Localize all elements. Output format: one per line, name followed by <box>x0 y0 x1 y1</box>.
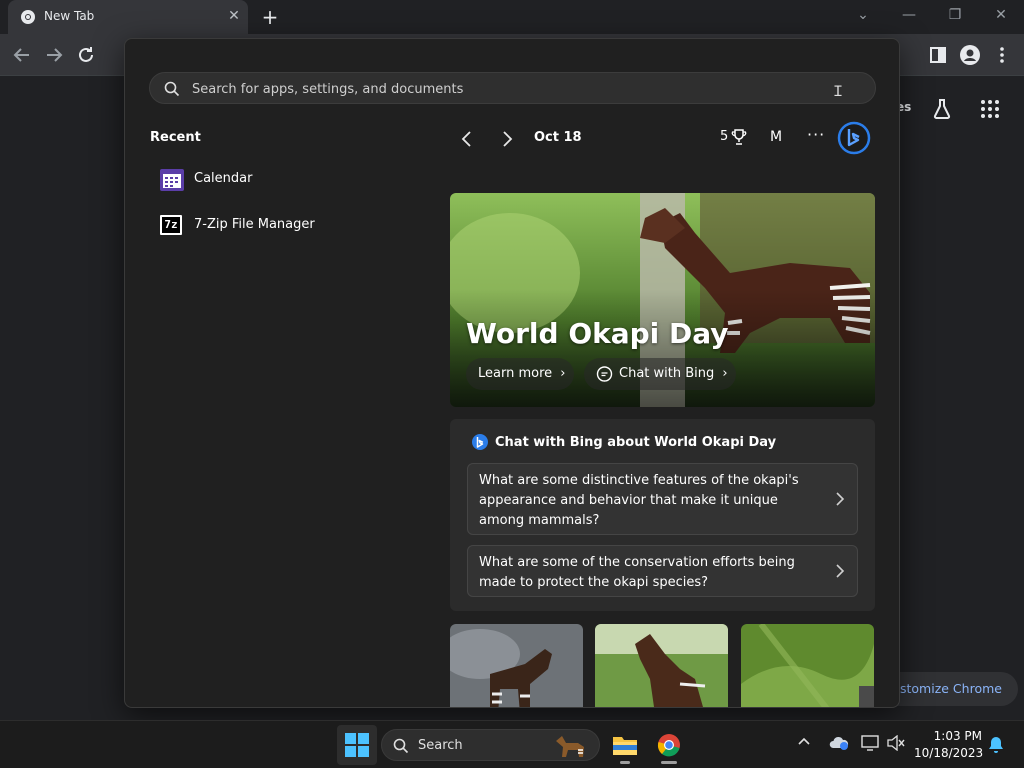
volume-muted-icon[interactable] <box>887 735 905 751</box>
file-explorer-icon <box>612 734 638 756</box>
customize-chrome-button[interactable]: stomize Chrome <box>880 672 1018 706</box>
running-indicator <box>661 761 677 764</box>
account-avatar[interactable]: M <box>770 129 782 145</box>
side-panel-icon[interactable] <box>926 43 950 67</box>
chrome-favicon-icon <box>20 9 36 25</box>
taskbar-search-label: Search <box>418 738 463 753</box>
okapi-thumbnail-2[interactable] <box>595 624 728 707</box>
minimize-button[interactable]: — <box>895 4 923 26</box>
question-text: What are some of the conservation effort… <box>479 555 795 590</box>
windows-logo-icon <box>345 733 369 757</box>
clock-time[interactable]: 1:03 PM <box>920 729 982 743</box>
tab-search-icon[interactable]: ⌄ <box>849 4 877 26</box>
tab-close-icon[interactable]: ✕ <box>226 8 242 24</box>
forward-icon[interactable] <box>42 43 66 67</box>
search-highlight-icon <box>552 733 588 759</box>
tab-new-tab[interactable]: New Tab ✕ <box>8 0 248 34</box>
windows-taskbar: Search 1:03 PM 10/18/2023 <box>0 720 1024 768</box>
labs-flask-icon[interactable] <box>930 97 954 121</box>
new-tab-button[interactable]: + <box>258 5 282 29</box>
more-options-icon[interactable]: ··· <box>807 125 825 144</box>
suggested-question[interactable]: What are some of the conservation effort… <box>467 545 858 597</box>
google-apps-icon[interactable] <box>980 99 1000 119</box>
hero-title: World Okapi Day <box>466 317 729 350</box>
rewards-points[interactable]: 5 <box>720 129 728 144</box>
okapi-thumbnail-1[interactable] <box>450 624 583 707</box>
chat-card-title: Chat with Bing about World Okapi Day <box>495 435 777 450</box>
bing-chat-icon[interactable] <box>837 121 871 155</box>
bing-logo-icon <box>471 433 489 451</box>
running-indicator <box>620 761 630 764</box>
recent-item-label: 7-Zip File Manager <box>194 217 315 232</box>
next-day-icon[interactable] <box>495 127 519 151</box>
tab-title: New Tab <box>44 9 95 23</box>
7zip-icon: 7z <box>160 215 182 235</box>
menu-kebab-icon[interactable] <box>990 43 1014 67</box>
window-close-button[interactable]: ✕ <box>987 4 1015 26</box>
7zip-icon-text: 7z <box>162 217 180 233</box>
text-cursor-icon: Ｉ <box>831 84 845 100</box>
recent-item-7zip[interactable]: 7z 7-Zip File Manager <box>153 207 413 243</box>
chrome-tab-strip: New Tab ✕ + ⌄ — ❐ ✕ <box>0 0 1024 34</box>
question-text: What are some distinctive features of th… <box>479 473 799 528</box>
start-button[interactable] <box>337 725 377 765</box>
file-explorer-taskbar-button[interactable] <box>607 727 643 764</box>
reload-icon[interactable] <box>74 43 98 67</box>
network-display-icon[interactable] <box>861 735 879 751</box>
taskbar-search-box[interactable]: Search <box>381 729 600 761</box>
okapi-thumbnail-3[interactable] <box>741 624 874 707</box>
maximize-button[interactable]: ❐ <box>941 4 969 26</box>
search-icon <box>393 738 409 754</box>
suggested-question[interactable]: What are some distinctive features of th… <box>467 463 858 535</box>
show-hidden-icons-chevron-icon[interactable] <box>797 735 811 749</box>
start-search-input[interactable] <box>192 79 792 99</box>
chevron-right-icon <box>835 491 845 507</box>
chevron-right-icon: › <box>722 366 728 381</box>
chevron-right-icon: › <box>560 366 566 381</box>
feed-date: Oct 18 <box>534 130 582 145</box>
learn-more-label: Learn more <box>478 366 553 381</box>
start-menu: Ｉ Recent Calendar 7z 7-Zip File Manager … <box>124 38 900 708</box>
chrome-taskbar-button[interactable] <box>651 727 687 764</box>
chevron-right-icon <box>835 563 845 579</box>
recent-item-calendar[interactable]: Calendar <box>153 161 413 197</box>
bing-chat-card: Chat with Bing about World Okapi Day Wha… <box>450 419 875 611</box>
trophy-icon[interactable] <box>731 128 747 146</box>
previous-day-icon[interactable] <box>455 127 479 151</box>
hero-card[interactable]: World Okapi Day Learn more › Chat with B… <box>450 193 875 407</box>
chrome-icon <box>657 733 681 757</box>
recent-item-label: Calendar <box>194 171 253 186</box>
back-icon[interactable] <box>10 43 34 67</box>
onedrive-icon[interactable] <box>829 735 849 751</box>
profile-icon[interactable] <box>958 43 982 67</box>
chat-with-bing-label: Chat with Bing <box>619 366 715 381</box>
clock-date[interactable]: 10/18/2023 <box>914 746 983 760</box>
search-icon <box>164 81 180 97</box>
chat-with-bing-button[interactable]: Chat with Bing › <box>584 358 736 390</box>
chat-bubble-icon <box>596 366 613 383</box>
notification-bell-icon[interactable] <box>988 736 1004 754</box>
calendar-icon <box>160 169 184 191</box>
recent-heading: Recent <box>150 130 201 145</box>
start-search-box[interactable] <box>149 72 876 104</box>
learn-more-button[interactable]: Learn more › <box>466 358 574 390</box>
